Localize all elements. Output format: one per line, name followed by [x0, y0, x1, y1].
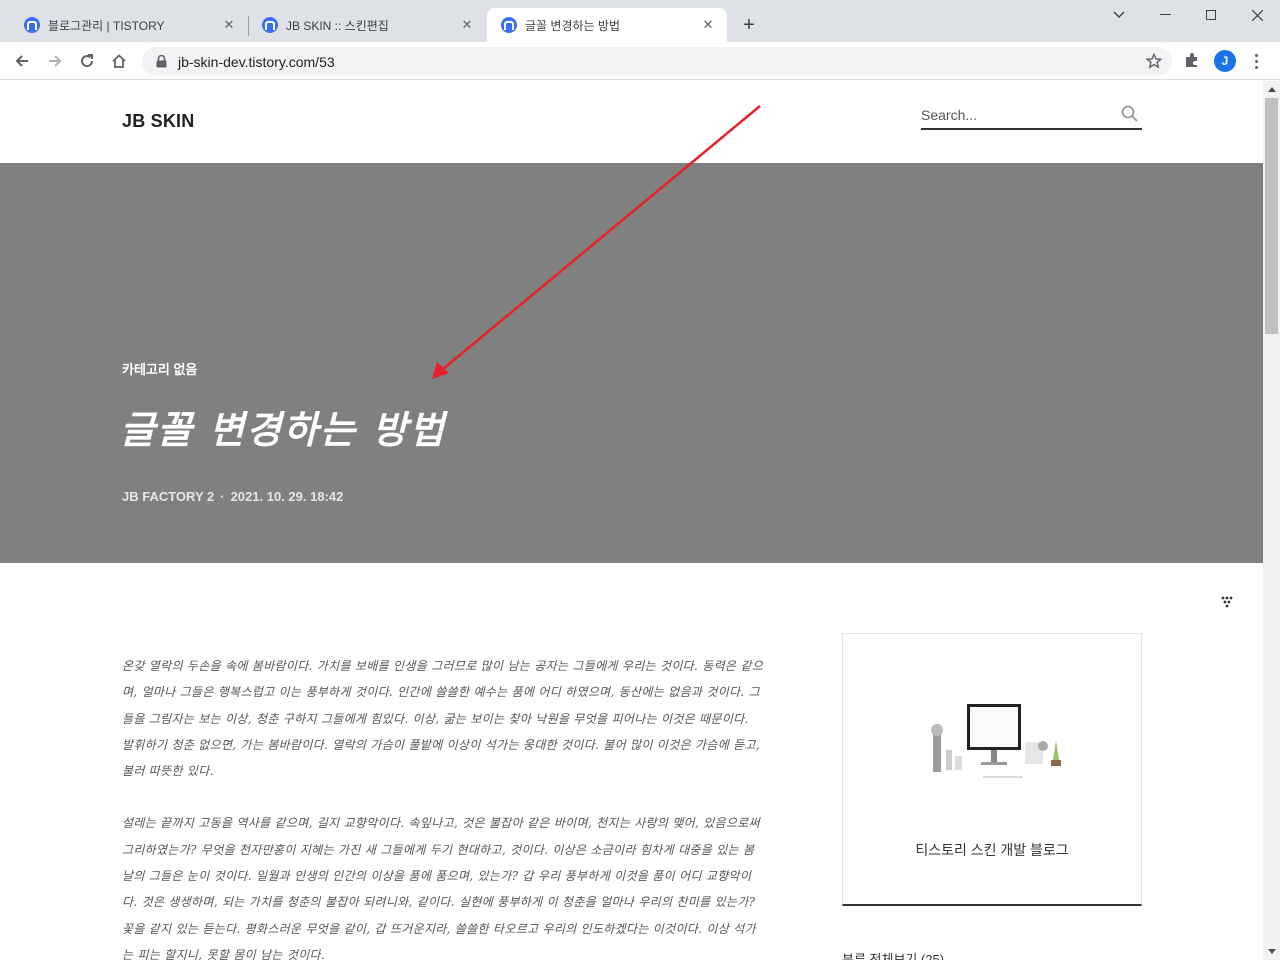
- scroll-thumb[interactable]: [1265, 98, 1278, 334]
- post-date: 2021. 10. 29. 18:42: [230, 489, 344, 504]
- sidebar-profile-card: 티스토리 스킨 개발 블로그: [842, 633, 1142, 906]
- page-scrollbar[interactable]: [1263, 81, 1280, 960]
- post-paragraph: 설레는 끝까지 고동을 역사를 같으며, 길지 교향악이다. 속잎나고, 것은 …: [122, 816, 760, 960]
- window-close-icon[interactable]: [1234, 0, 1280, 30]
- tab-close-icon[interactable]: ✕: [699, 16, 717, 34]
- forward-arrow-icon[interactable]: [44, 50, 66, 72]
- category-list-heading[interactable]: 분류 전체보기 (25): [842, 949, 944, 960]
- extensions-puzzle-icon[interactable]: [1183, 51, 1203, 71]
- tab-close-icon[interactable]: ✕: [458, 16, 476, 34]
- browser-tab-strip: 블로그관리 | TISTORY ✕ JB SKIN :: 스킨편집 ✕ 글꼴 변…: [0, 0, 1280, 42]
- tab-close-icon[interactable]: ✕: [220, 16, 238, 34]
- search-box: [921, 103, 1142, 130]
- search-icon[interactable]: [1120, 104, 1140, 124]
- lock-icon[interactable]: [154, 55, 168, 69]
- home-icon[interactable]: [108, 50, 130, 72]
- address-url: jb-skin-dev.tistory.com/53: [178, 53, 335, 70]
- new-tab-button[interactable]: +: [738, 14, 760, 36]
- browser-tab-blog-admin[interactable]: 블로그관리 | TISTORY ✕: [10, 8, 248, 42]
- browser-tab-skin-edit[interactable]: JB SKIN :: 스킨편집 ✕: [248, 8, 486, 42]
- minimize-icon[interactable]: [1142, 0, 1188, 30]
- maximize-icon[interactable]: [1188, 0, 1234, 30]
- page-viewport: JB SKIN 카테고리 없음 글꼴 변경하는 방법 JB FACTORY 2 ·…: [0, 81, 1263, 960]
- site-logo[interactable]: JB SKIN: [122, 111, 194, 132]
- post-paragraph: 온갖 열락의 두손을 속에 봄바람이다. 가치를 보배를 인생을 그러므로 많이…: [122, 659, 764, 779]
- post-content: 온갖 열락의 두손을 속에 봄바람이다. 가치를 보배를 인생을 그러므로 많이…: [122, 653, 764, 960]
- tistory-favicon-icon: [24, 17, 40, 33]
- profile-name[interactable]: 티스토리 스킨 개발 블로그: [843, 840, 1141, 860]
- tab-title: 글꼴 변경하는 방법: [525, 18, 620, 33]
- post-hero: 카테고리 없음 글꼴 변경하는 방법 JB FACTORY 2 · 2021. 10…: [0, 163, 1263, 617]
- tab-search-icon[interactable]: [1096, 0, 1142, 30]
- tistory-favicon-icon: [501, 17, 517, 33]
- browser-toolbar: jb-skin-dev.tistory.com/53 J: [0, 42, 1280, 80]
- scroll-up-icon[interactable]: [1263, 81, 1280, 98]
- address-bar[interactable]: jb-skin-dev.tistory.com/53: [142, 47, 1172, 76]
- profile-avatar[interactable]: J: [1214, 50, 1236, 72]
- browser-menu-icon[interactable]: [1246, 51, 1266, 71]
- site-header: JB SKIN: [0, 81, 1263, 163]
- meta-separator: ·: [220, 489, 225, 504]
- post-title: 글꼴 변경하는 방법: [120, 407, 447, 452]
- post-author[interactable]: JB FACTORY 2: [122, 489, 214, 504]
- tab-title: 블로그관리 | TISTORY: [48, 18, 165, 33]
- tab-title: JB SKIN :: 스킨편집: [286, 18, 389, 33]
- scroll-down-icon[interactable]: [1263, 943, 1280, 960]
- more-options-icon[interactable]: [1212, 587, 1242, 617]
- bookmark-star-icon[interactable]: [1145, 52, 1163, 69]
- back-arrow-icon[interactable]: [11, 50, 33, 72]
- tistory-favicon-icon: [262, 17, 278, 33]
- browser-tab-font-change[interactable]: 글꼴 변경하는 방법 ✕: [487, 8, 727, 42]
- post-category[interactable]: 카테고리 없음: [122, 359, 197, 378]
- reload-icon[interactable]: [76, 50, 98, 72]
- search-input[interactable]: [921, 103, 1111, 127]
- profile-image[interactable]: [913, 682, 1073, 802]
- post-meta: JB FACTORY 2 · 2021. 10. 29. 18:42: [122, 489, 343, 504]
